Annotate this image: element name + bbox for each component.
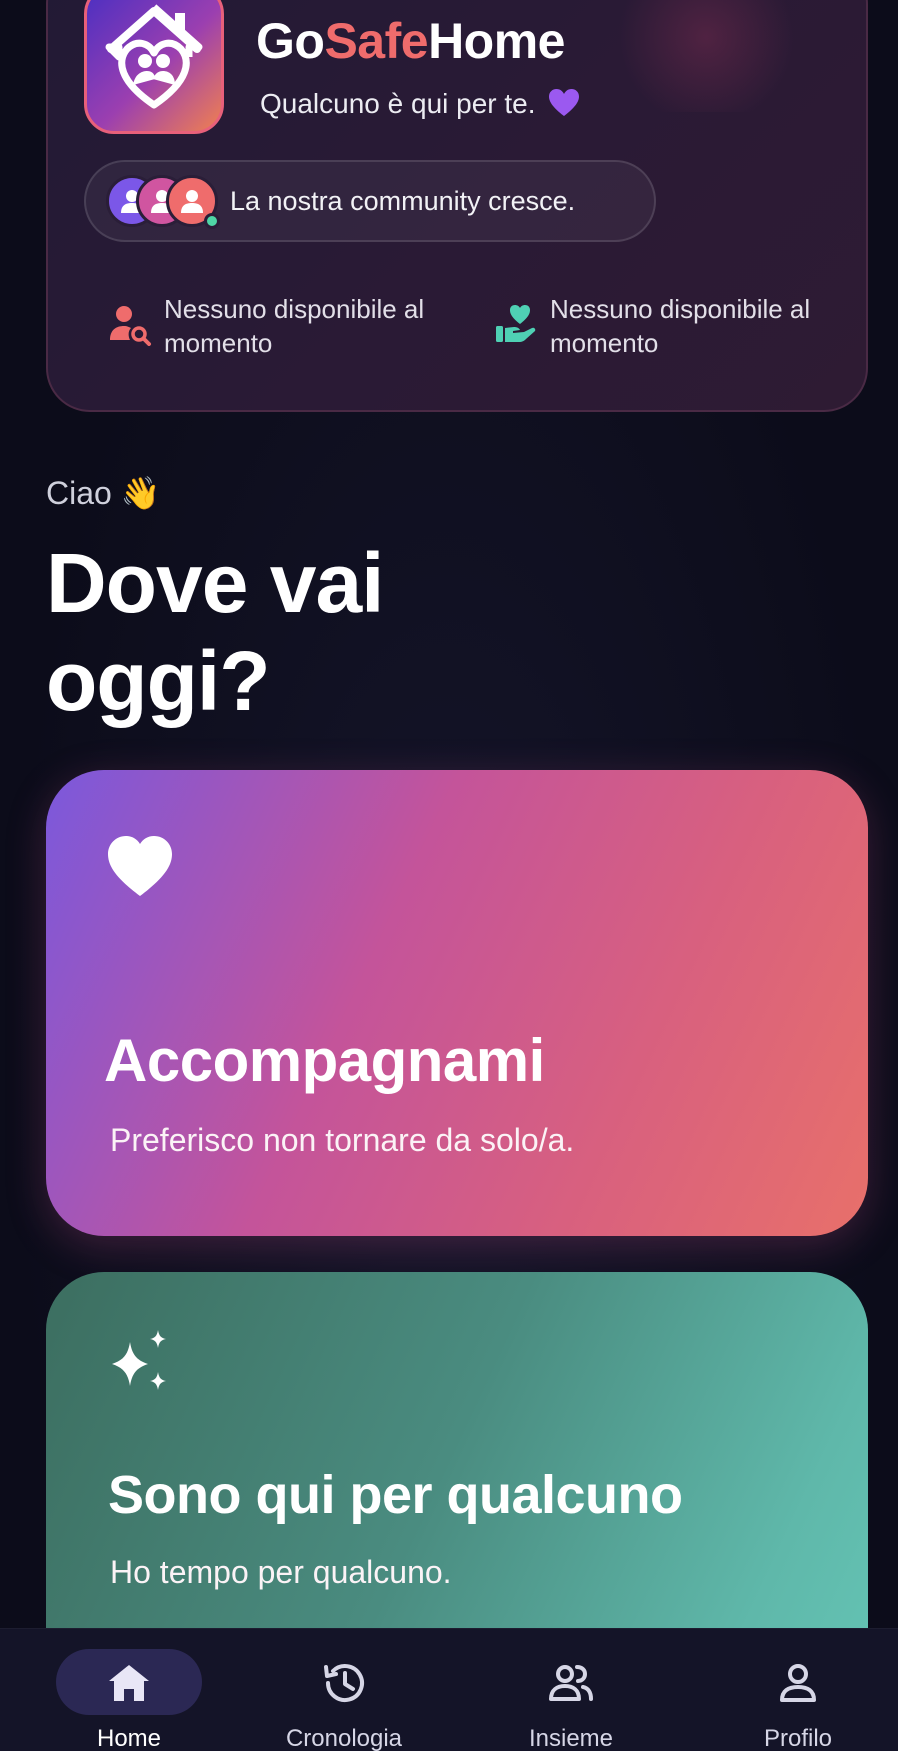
avatar-group [106, 175, 222, 229]
bottom-navigation: Home Cronologia Insieme Profilo [0, 1628, 898, 1751]
card-title: Sono qui per qualcuno [108, 1465, 683, 1525]
home-icon [109, 1665, 149, 1701]
header-card: GoSafeHome Qualcuno è qui per te. La nos… [46, 0, 868, 412]
card-title: Accompagnami [104, 1027, 545, 1094]
page-title: Dove vai oggi? [46, 536, 385, 728]
home-heart-logo-icon [105, 4, 203, 109]
brand-name: GoSafeHome [256, 13, 565, 69]
person-icon [780, 1664, 816, 1702]
person-icon [181, 190, 203, 213]
nav-label: Home [96, 1725, 162, 1751]
nav-item-history[interactable]: Cronologia [244, 1629, 444, 1751]
tagline: Qualcuno è qui per te. [260, 88, 580, 124]
app-logo [84, 0, 224, 134]
nav-item-profile[interactable]: Profilo [698, 1629, 898, 1751]
community-text: La nostra community cresce. [230, 185, 576, 216]
stat-text: Nessuno disponibile al momento [550, 294, 811, 358]
card-subtitle: Ho tempo per qualcuno. [110, 1554, 452, 1590]
greeting-hello: Ciao 👋 [46, 475, 161, 511]
nav-label: Profilo [763, 1725, 833, 1751]
hand-heart-icon [496, 305, 536, 342]
nav-item-home[interactable]: Home [14, 1629, 214, 1751]
stat-helpers: Nessuno disponibile al momento [494, 292, 850, 360]
history-icon [324, 1664, 364, 1703]
purple-heart-icon [549, 89, 580, 124]
stat-seekers: Nessuno disponibile al momento [108, 292, 464, 360]
nav-label: Insieme [528, 1725, 614, 1751]
card-subtitle: Preferisco non tornare da solo/a. [110, 1122, 575, 1158]
heart-icon [108, 836, 172, 896]
online-indicator [204, 213, 220, 229]
stat-text: Nessuno disponibile al momento [164, 294, 425, 358]
people-icon [549, 1665, 593, 1701]
person-search-icon [110, 306, 151, 346]
accompany-me-card[interactable]: Accompagnami Preferisco non tornare da s… [46, 770, 868, 1236]
app-screen: GoSafeHome Qualcuno è qui per te. La nos… [0, 0, 898, 1751]
nav-label: Cronologia [285, 1725, 403, 1751]
sparkles-icon [112, 1330, 166, 1390]
community-pill: La nostra community cresce. [84, 160, 656, 242]
nav-item-together[interactable]: Insieme [471, 1629, 671, 1751]
waving-hand-icon: 👋 [120, 475, 161, 511]
